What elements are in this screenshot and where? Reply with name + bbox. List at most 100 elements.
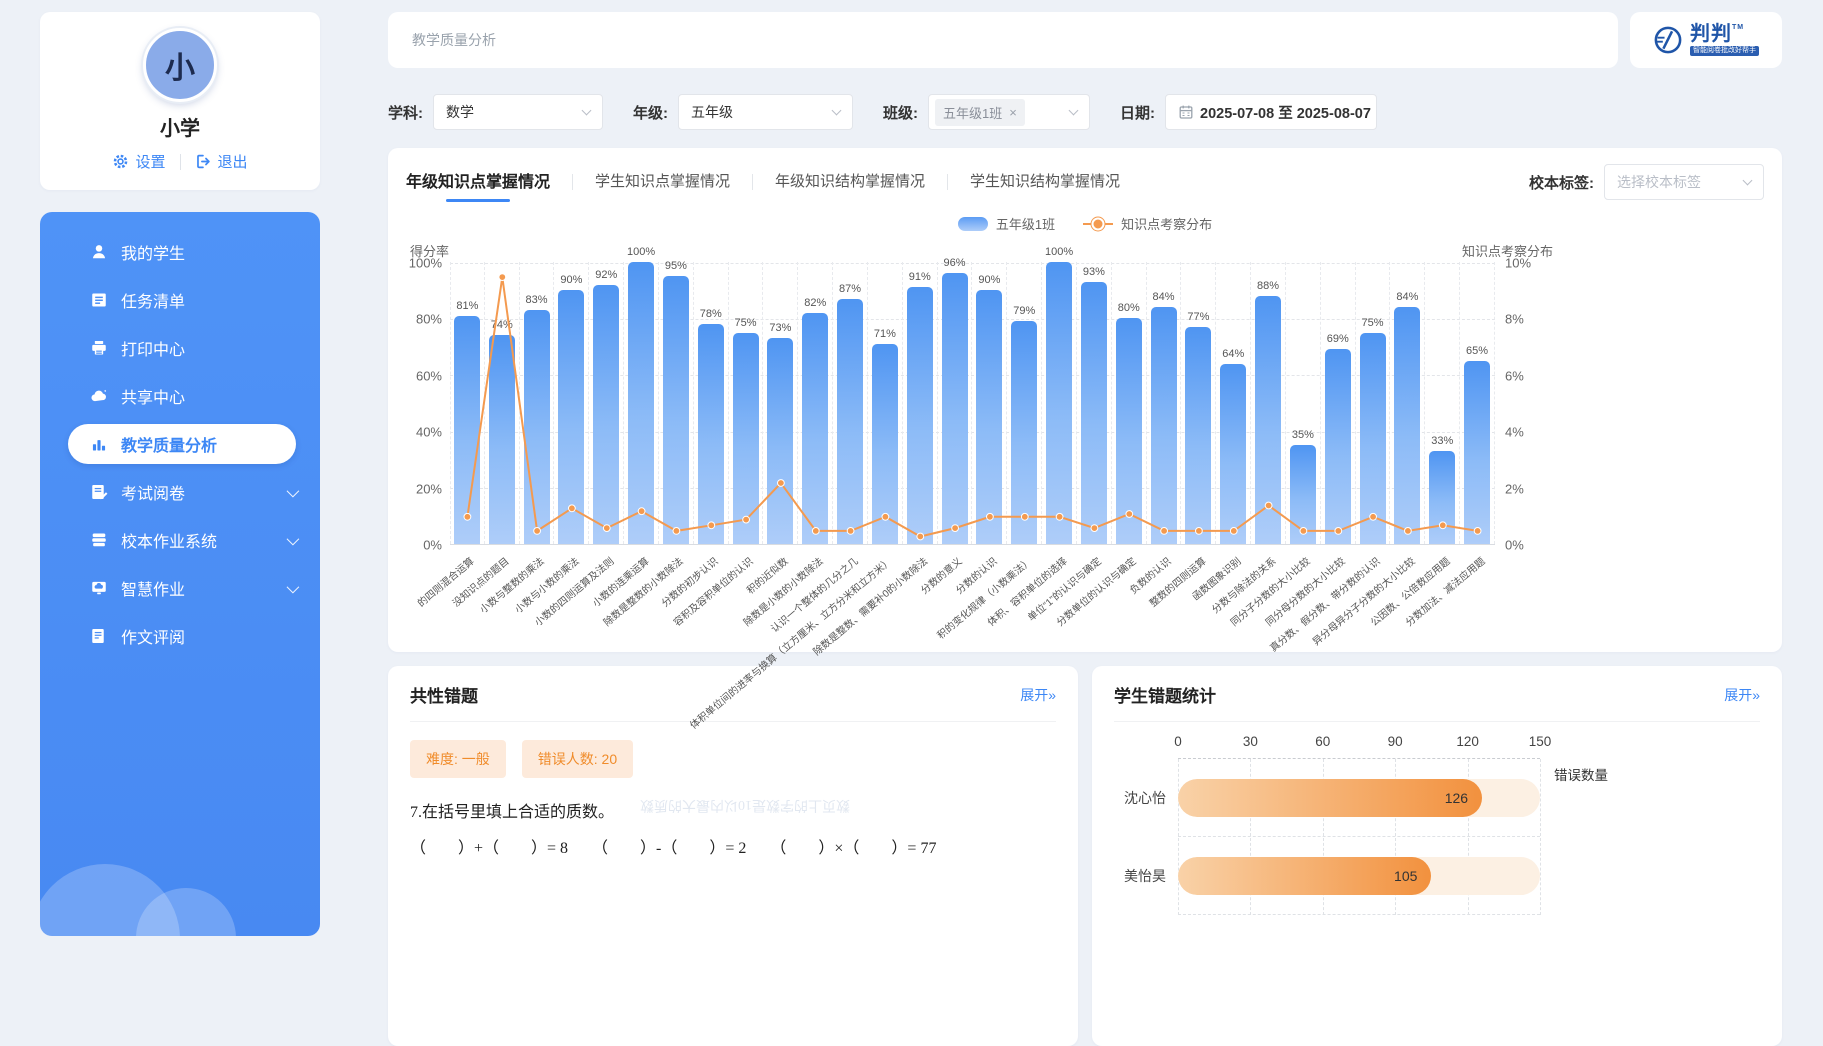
school-tag-select[interactable]: 选择校本标签 <box>1604 164 1764 200</box>
homework-icon <box>90 531 108 549</box>
student-errors-title: 学生错题统计 <box>1114 682 1216 707</box>
top-bar: 教学质量分析 判判TM 智能阅卷批改好帮手 <box>388 12 1782 68</box>
exam-icon <box>90 483 108 501</box>
chevron-down-icon <box>287 484 300 497</box>
plot-area: 81%74%83%90%92%100%95%78%75%73%82%87%71%… <box>450 263 1495 545</box>
subject-filter: 学科: 数学 <box>388 94 603 130</box>
tab-4[interactable]: 学生知识结构掌握情况 <box>970 166 1120 199</box>
student-errors-expand-link[interactable]: 展开» <box>1724 685 1760 705</box>
sidebar-item-label: 打印中心 <box>121 336 185 360</box>
printer-icon <box>90 339 108 357</box>
logo-text-wrap: 判判TM 智能阅卷批改好帮手 <box>1690 24 1759 56</box>
student-chart-grid: 沈心怡126美怡昊105 <box>1178 758 1540 915</box>
date-range-picker[interactable]: 2025-07-08 至 2025-08-07 <box>1165 94 1377 130</box>
date-filter: 日期: 2025-07-08 至 2025-08-07 <box>1120 94 1377 130</box>
settings-button[interactable]: 设置 <box>112 151 165 172</box>
class-select[interactable]: 五年级1班 × <box>928 94 1090 130</box>
breadcrumb: 教学质量分析 <box>388 12 1618 68</box>
sidebar-item-printer[interactable]: 打印中心 <box>40 324 320 372</box>
bar-value-label: 64% <box>1222 348 1244 360</box>
bar-value-label: 100% <box>1045 246 1073 258</box>
sidebar-item-label: 校本作业系统 <box>121 528 217 552</box>
student-errors-card: 学生错题统计 展开» 0306090120150 错误数量 沈心怡126美怡昊1… <box>1092 666 1782 1046</box>
bar-value-label: 92% <box>595 269 617 281</box>
bar-value-label: 90% <box>978 274 1000 286</box>
sidebar-item-label: 考试阅卷 <box>121 480 185 504</box>
legend-item-bar[interactable]: 五年级1班 <box>958 214 1055 233</box>
sidebar-item-homework[interactable]: 校本作业系统 <box>40 516 320 564</box>
sidebar-item-smart[interactable]: 智慧作业 <box>40 564 320 612</box>
tab-3[interactable]: 年级知识结构掌握情况 <box>775 166 925 199</box>
difficulty-badge: 难度: 一般 <box>410 740 506 778</box>
bar <box>1046 262 1072 544</box>
scan-watermark: 数页上的字数是10以内最大的质数 <box>640 796 850 816</box>
bar-value-label: 91% <box>909 271 931 283</box>
tab-1[interactable]: 年级知识点掌握情况 <box>406 164 550 200</box>
bar <box>593 285 619 544</box>
bar <box>1360 333 1386 545</box>
knowledge-chart-card: 年级知识点掌握情况 学生知识点掌握情况 年级知识结构掌握情况 学生知识结构掌握情况 校… <box>388 148 1782 652</box>
school-tag-filter: 校本标签: 选择校本标签 <box>1529 164 1764 200</box>
logout-icon <box>195 153 212 170</box>
subject-select[interactable]: 数学 <box>433 94 603 130</box>
calendar-icon <box>1178 104 1194 120</box>
settings-label: 设置 <box>135 151 165 172</box>
tab-2[interactable]: 学生知识点掌握情况 <box>595 166 730 199</box>
bar-column: 87% <box>833 262 868 544</box>
legend-item-line[interactable]: 知识点考察分布 <box>1083 214 1212 233</box>
question-text: 7.在括号里填上合适的质数。 数页上的字数是10以内最大的质数 <box>410 798 1056 822</box>
sidebar-item-exam[interactable]: 考试阅卷 <box>40 468 320 516</box>
bar <box>733 333 759 545</box>
logo-tagline: 智能阅卷批改好帮手 <box>1690 46 1759 56</box>
student-chart-axis-label: 错误数量 <box>1554 764 1608 784</box>
panpan-logo-icon <box>1653 25 1683 55</box>
bar <box>1464 361 1490 544</box>
bar-value-label: 75% <box>1362 317 1384 329</box>
common-errors-expand-link[interactable]: 展开» <box>1020 685 1056 705</box>
bar <box>802 313 828 544</box>
student-errors-header: 学生错题统计 展开» <box>1114 682 1760 722</box>
tasks-icon <box>90 291 108 309</box>
bar-value-label: 82% <box>804 297 826 309</box>
sidebar-item-tasks[interactable]: 任务清单 <box>40 276 320 324</box>
sidebar-item-share[interactable]: 共享中心 <box>40 372 320 420</box>
bar-column: 92% <box>589 262 624 544</box>
line-swatch-icon <box>1083 223 1113 225</box>
bar <box>1429 451 1455 544</box>
bar-column: 80% <box>1112 262 1147 544</box>
bar-value-label: 84% <box>1396 291 1418 303</box>
x-axis-labels: 的四则混合运算没知识点的题目小数与整数的乘法小数与小数的乘法小数的四则运算及法则… <box>450 545 1495 677</box>
sidebar-item-student[interactable]: 我的学生 <box>40 228 320 276</box>
logout-button[interactable]: 退出 <box>195 151 248 172</box>
bar-column: 82% <box>798 262 833 544</box>
sidebar-item-label: 共享中心 <box>121 384 185 408</box>
legend-label: 知识点考察分布 <box>1121 214 1212 233</box>
close-icon[interactable]: × <box>1009 106 1017 119</box>
bar-column: 73% <box>764 262 799 544</box>
sidebar: 小 小学 设置 退出 我的学生任务清单打印中心共享中心教学质量分析考试阅卷校本作… <box>40 12 320 946</box>
gridline <box>1540 759 1541 915</box>
bar-value-label: 87% <box>839 283 861 295</box>
y-tick-label: 10% <box>1505 256 1531 271</box>
bar-swatch-icon <box>958 217 988 231</box>
y-tick-label: 40% <box>416 425 442 440</box>
bar <box>663 276 689 544</box>
legend-label: 五年级1班 <box>996 214 1055 233</box>
page: 小 小学 设置 退出 我的学生任务清单打印中心共享中心教学质量分析考试阅卷校本作… <box>0 0 1823 946</box>
bar <box>1255 296 1281 544</box>
bar-column: 95% <box>659 262 694 544</box>
bar-value-label: 73% <box>769 322 791 334</box>
error-count-badge: 错误人数: 20 <box>522 740 633 778</box>
chevron-down-icon <box>1743 175 1753 185</box>
bar <box>628 262 654 544</box>
bar-value-label: 83% <box>526 294 548 306</box>
sidebar-item-chart[interactable]: 教学质量分析 <box>68 424 296 464</box>
error-count-value: 105 <box>1394 868 1417 884</box>
divider <box>180 154 181 170</box>
essay-icon <box>90 627 108 645</box>
sidebar-item-essay[interactable]: 作文评阅 <box>40 612 320 660</box>
grade-select[interactable]: 五年级 <box>678 94 853 130</box>
bar-value-label: 93% <box>1083 266 1105 278</box>
sidebar-item-label: 智慧作业 <box>121 576 185 600</box>
bar-column: 81% <box>450 262 485 544</box>
